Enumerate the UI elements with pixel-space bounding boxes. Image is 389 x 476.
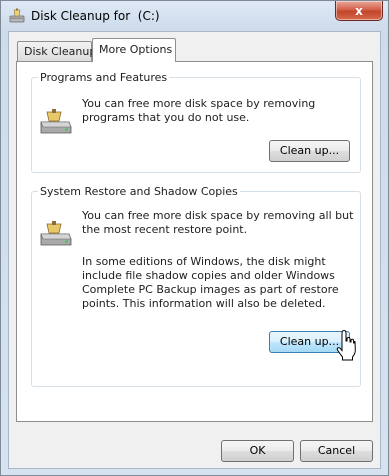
more-options-page: Programs and Features You can free more … <box>16 61 373 422</box>
programs-features-description: You can free more disk space by removing… <box>82 97 316 124</box>
hard-drive-icon <box>40 221 72 246</box>
ok-button[interactable]: OK <box>221 440 294 462</box>
dialog-window: Disk Cleanup for (C:) x Disk Cleanup Mor… <box>0 0 389 476</box>
cancel-button[interactable]: Cancel <box>300 440 373 462</box>
system-restore-title: System Restore and Shadow Copies <box>38 185 240 198</box>
window-title: Disk Cleanup for (C:) <box>31 9 160 23</box>
programs-cleanup-button[interactable]: Clean up... <box>269 140 350 162</box>
programs-features-group: Programs and Features You can free more … <box>31 71 361 173</box>
disk-cleanup-icon <box>9 8 25 23</box>
programs-features-title: Programs and Features <box>38 71 170 84</box>
title-bar[interactable]: Disk Cleanup for (C:) x <box>1 1 388 31</box>
system-restore-note: In some editions of Windows, the disk mi… <box>82 255 339 310</box>
tab-disk-cleanup[interactable]: Disk Cleanup <box>17 41 96 61</box>
close-icon: x <box>355 3 363 18</box>
tab-more-options[interactable]: More Options <box>92 38 176 62</box>
mouse-pointer-icon <box>336 329 356 361</box>
dialog-client: Disk Cleanup More Options Programs and F… <box>8 31 381 469</box>
close-button[interactable]: x <box>335 1 383 21</box>
hard-drive-icon <box>40 109 72 134</box>
system-restore-description: You can free more disk space by removing… <box>82 209 354 236</box>
system-restore-group: System Restore and Shadow Copies You can… <box>31 185 361 387</box>
